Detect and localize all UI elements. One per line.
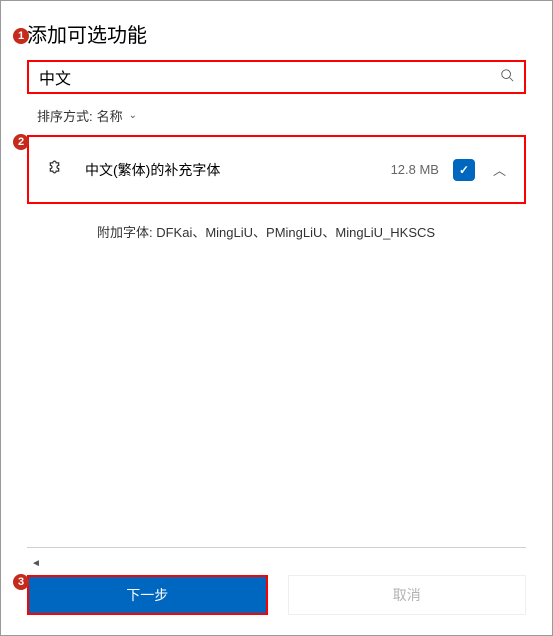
chevron-up-icon[interactable]: ︿ <box>493 160 506 179</box>
annotation-badge-3: 3 <box>13 574 29 590</box>
cancel-button[interactable]: 取消 <box>288 575 527 615</box>
chevron-down-icon: ⌄ <box>129 110 137 121</box>
puzzle-icon <box>47 157 67 182</box>
sort-dropdown[interactable]: 名称 ⌄ <box>97 106 137 125</box>
feature-checkbox[interactable]: ✓ <box>453 159 475 181</box>
feature-detail: 附加字体: DFKai、MingLiU、PMingLiU、MingLiU_HKS… <box>27 204 526 259</box>
sort-value-text: 名称 <box>97 106 123 125</box>
feature-name: 中文(繁体)的补充字体 <box>85 160 391 180</box>
annotation-badge-2: 2 <box>13 134 29 150</box>
feature-item[interactable]: 中文(繁体)的补充字体 12.8 MB ✓ ︿ <box>27 135 526 204</box>
button-row: 下一步 取消 <box>1 575 552 635</box>
sort-label: 排序方式: <box>37 106 93 125</box>
sort-row: 排序方式: 名称 ⌄ <box>1 102 552 135</box>
dialog-title: 添加可选功能 <box>27 19 526 48</box>
add-optional-features-dialog: 添加可选功能 排序方式: 名称 ⌄ 中文(繁体)的补充字体 12.8 MB ✓ <box>1 1 552 635</box>
search-input[interactable] <box>27 60 526 94</box>
next-button[interactable]: 下一步 <box>27 575 268 615</box>
separator <box>27 547 526 548</box>
annotation-badge-1: 1 <box>13 28 29 44</box>
search-wrapper <box>1 60 552 102</box>
feature-size: 12.8 MB <box>391 162 439 177</box>
scroll-left-icon[interactable]: ◄ <box>31 558 552 569</box>
feature-list: 中文(繁体)的补充字体 12.8 MB ✓ ︿ 附加字体: DFKai、Ming… <box>1 135 552 547</box>
search-icon <box>500 68 514 85</box>
dialog-header: 添加可选功能 <box>1 11 552 60</box>
